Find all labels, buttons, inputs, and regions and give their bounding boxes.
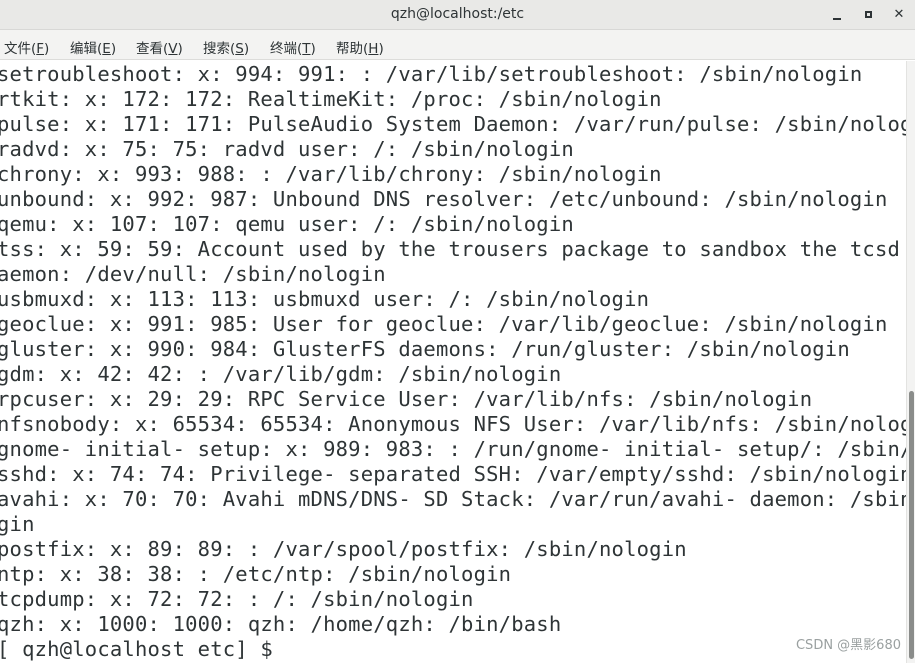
menu-edit-tail: ) — [110, 41, 117, 57]
menu-terminal-mnemonic: T — [302, 41, 311, 57]
minimize-icon — [833, 18, 841, 20]
menu-file-label: 文件( — [4, 41, 37, 57]
terminal-line: setroubleshoot: x: 994: 991: : /var/lib/… — [0, 62, 863, 86]
terminal-line: unbound: x: 992: 987: Unbound DNS resolv… — [0, 187, 888, 211]
menu-terminal-label: 终端( — [270, 41, 303, 57]
menu-search-tail: ) — [243, 41, 250, 57]
terminal-line: rtkit: x: 172: 172: RealtimeKit: /proc: … — [0, 87, 662, 111]
terminal-line: postfix: x: 89: 89: : /var/spool/postfix… — [0, 537, 687, 561]
terminal-line: tss: x: 59: 59: Account used by the trou… — [0, 237, 906, 261]
terminal-line: gdm: x: 42: 42: : /var/lib/gdm: /sbin/no… — [0, 362, 562, 386]
close-button[interactable]: ✕ — [888, 4, 910, 26]
menu-edit-mnemonic: E — [102, 41, 111, 57]
menu-view-tail: ) — [177, 41, 183, 57]
terminal-prompt: [ qzh@localhost etc] $ — [0, 637, 273, 661]
menu-view-label: 查看( — [136, 41, 169, 57]
menu-search[interactable]: 搜索(S) — [203, 37, 249, 57]
terminal-line: aemon: /dev/null: /sbin/nologin — [0, 262, 386, 286]
terminal-line: gluster: x: 990: 984: GlusterFS daemons:… — [0, 337, 850, 361]
menu-edit[interactable]: 编辑(E) — [70, 37, 116, 57]
terminal-line: usbmuxd: x: 113: 113: usbmuxd user: /: /… — [0, 287, 650, 311]
menu-view-mnemonic: V — [168, 41, 178, 57]
terminal-line: tcpdump: x: 72: 72: : /: /sbin/nologin — [0, 587, 474, 611]
menu-terminal[interactable]: 终端(T) — [270, 37, 316, 57]
terminal-line: avahi: x: 70: 70: Avahi mDNS/DNS- SD Sta… — [0, 487, 906, 511]
minimize-button[interactable] — [826, 4, 848, 26]
terminal-scrollbar[interactable] — [906, 61, 915, 663]
menu-edit-label: 编辑( — [70, 41, 103, 57]
terminal-line: sshd: x: 74: 74: Privilege- separated SS… — [0, 462, 906, 486]
terminal-line: qemu: x: 107: 107: qemu user: /: /sbin/n… — [0, 212, 574, 236]
menu-bar: 文件(F) 编辑(E) 查看(V) 搜索(S) 终端(T) 帮助(H) — [0, 30, 915, 60]
terminal-line: radvd: x: 75: 75: radvd user: /: /sbin/n… — [0, 137, 574, 161]
terminal-line: pulse: x: 171: 171: PulseAudio System Da… — [0, 112, 906, 136]
terminal-line: gnome- initial- setup: x: 989: 983: : /r… — [0, 437, 906, 461]
terminal-line: ntp: x: 38: 38: : /etc/ntp: /sbin/nologi… — [0, 562, 512, 586]
menu-view[interactable]: 查看(V) — [136, 37, 183, 57]
menu-help[interactable]: 帮助(H) — [336, 37, 384, 57]
menu-search-label: 搜索( — [203, 41, 236, 57]
title-bar: qzh@localhost:/etc ✕ — [0, 0, 915, 30]
scrollbar-thumb[interactable] — [909, 391, 914, 659]
menu-file-tail: ) — [44, 41, 50, 57]
terminal-line: gin — [0, 512, 35, 536]
terminal-line: geoclue: x: 991: 985: User for geoclue: … — [0, 312, 888, 336]
terminal-line: rpcuser: x: 29: 29: RPC Service User: /v… — [0, 387, 813, 411]
window-title: qzh@localhost:/etc — [390, 6, 525, 22]
terminal-line: nfsnobody: x: 65534: 65534: Anonymous NF… — [0, 412, 906, 436]
maximize-icon — [865, 11, 872, 18]
menu-search-mnemonic: S — [235, 41, 244, 57]
terminal-output[interactable]: setroubleshoot: x: 994: 991: : /var/lib/… — [0, 61, 906, 663]
terminal-line: chrony: x: 993: 988: : /var/lib/chrony: … — [0, 162, 662, 186]
menu-help-tail: ) — [378, 41, 384, 57]
menu-help-label: 帮助( — [336, 41, 369, 57]
menu-file[interactable]: 文件(F) — [4, 37, 49, 57]
menu-terminal-tail: ) — [310, 41, 316, 57]
maximize-button[interactable] — [858, 4, 880, 26]
menu-help-mnemonic: H — [368, 41, 379, 57]
close-icon: ✕ — [893, 7, 905, 22]
menu-file-mnemonic: F — [36, 41, 45, 57]
terminal-line: qzh: x: 1000: 1000: qzh: /home/qzh: /bin… — [0, 612, 562, 636]
watermark: CSDN @黑影680 — [795, 638, 901, 653]
